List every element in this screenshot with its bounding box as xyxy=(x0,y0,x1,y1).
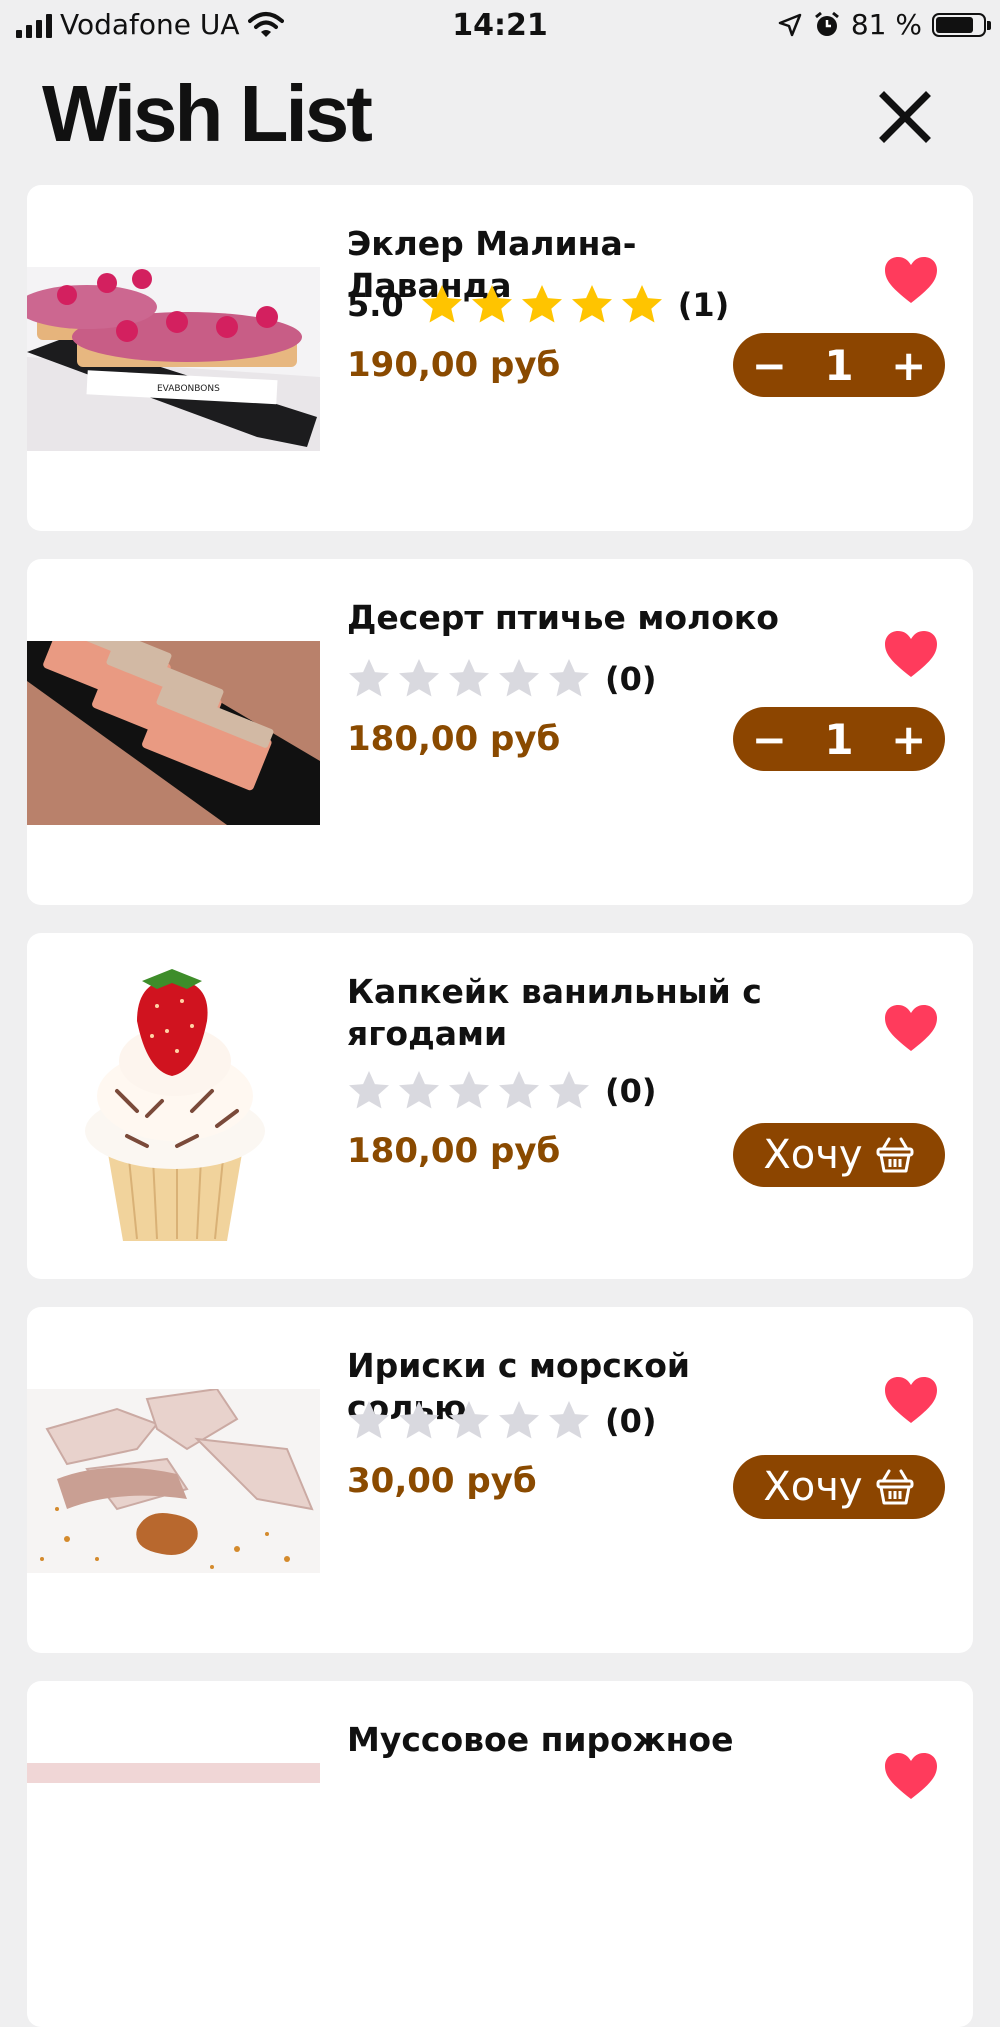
quantity-value: 1 xyxy=(824,714,854,764)
basket-icon xyxy=(876,1137,914,1173)
product-image-toffee[interactable] xyxy=(27,1389,320,1573)
basket-icon xyxy=(876,1469,914,1505)
heart-icon[interactable] xyxy=(883,1003,939,1053)
star-empty-icon xyxy=(449,1401,489,1439)
wishlist-card[interactable]: Муссовое пирожное xyxy=(27,1681,973,2027)
star-filled-icon xyxy=(571,285,612,323)
decrement-button[interactable]: − xyxy=(752,341,787,390)
star-empty-icon xyxy=(549,1401,589,1439)
star-empty-icon xyxy=(399,659,439,697)
product-price: 190,00 руб xyxy=(347,345,561,385)
product-name[interactable]: Муссовое пирожное xyxy=(347,1719,797,1761)
quantity-stepper[interactable]: − 1 + xyxy=(733,333,945,397)
star-empty-icon xyxy=(349,1071,389,1109)
heart-icon[interactable] xyxy=(883,629,939,679)
star-empty-icon xyxy=(449,1071,489,1109)
star-filled-icon xyxy=(621,285,662,323)
page-title: Wish List xyxy=(42,69,373,158)
product-image-eclair[interactable]: EVABONBONS xyxy=(27,267,320,451)
product-name[interactable]: Капкейк ванильный с ягодами xyxy=(347,971,797,1055)
decrement-button[interactable]: − xyxy=(752,715,787,764)
product-rating: (0) xyxy=(347,1399,657,1443)
increment-button[interactable]: + xyxy=(891,715,926,764)
location-arrow-icon xyxy=(778,13,802,36)
product-price: 180,00 руб xyxy=(347,719,561,759)
rating-score: 5.0 xyxy=(347,286,404,324)
wishlist-card[interactable]: EVABONBONS Эклер Малина-Лаванда 5.0 (1) … xyxy=(27,185,973,531)
review-count: (0) xyxy=(605,1072,657,1110)
battery-percent: 81 % xyxy=(850,8,922,41)
product-rating: 5.0 (1) xyxy=(347,283,729,327)
heart-icon[interactable] xyxy=(883,1751,939,1801)
heart-icon[interactable] xyxy=(883,255,939,305)
want-button[interactable]: Хочу xyxy=(733,1455,945,1519)
svg-text:EVABONBONS: EVABONBONS xyxy=(157,384,220,394)
star-empty-icon xyxy=(399,1071,439,1109)
product-rating: (0) xyxy=(347,657,657,701)
close-icon[interactable] xyxy=(878,90,932,144)
wishlist-card[interactable]: Капкейк ванильный с ягодами (0) 180,00 р… xyxy=(27,933,973,1279)
review-count: (0) xyxy=(605,660,657,698)
product-rating: (0) xyxy=(347,1069,657,1113)
product-price: 180,00 руб xyxy=(347,1131,561,1171)
want-button-label: Хочу xyxy=(763,1132,863,1178)
wishlist-card[interactable]: Ириски с морской солью (0) 30,00 руб Хоч… xyxy=(27,1307,973,1653)
product-image-cupcake[interactable] xyxy=(27,961,320,1251)
product-price: 30,00 руб xyxy=(347,1461,537,1501)
quantity-stepper[interactable]: − 1 + xyxy=(733,707,945,771)
wishlist-card[interactable]: Десерт птичье молоко (0) 180,00 руб − 1 … xyxy=(27,559,973,905)
heart-icon[interactable] xyxy=(883,1375,939,1425)
rating-stars xyxy=(420,283,664,327)
star-filled-icon xyxy=(521,285,562,323)
star-empty-icon xyxy=(449,659,489,697)
star-filled-icon xyxy=(471,285,512,323)
rating-stars xyxy=(347,657,591,701)
increment-button[interactable]: + xyxy=(891,341,926,390)
star-empty-icon xyxy=(349,659,389,697)
star-empty-icon xyxy=(499,659,539,697)
star-filled-icon xyxy=(421,285,462,323)
product-image-mousse[interactable] xyxy=(27,1763,320,1783)
status-right: 81 % xyxy=(777,8,991,41)
review-count: (0) xyxy=(605,1402,657,1440)
quantity-value: 1 xyxy=(824,340,854,390)
star-empty-icon xyxy=(349,1401,389,1439)
want-button[interactable]: Хочу xyxy=(733,1123,945,1187)
star-empty-icon xyxy=(499,1401,539,1439)
rating-stars xyxy=(347,1069,591,1113)
review-count: (1) xyxy=(677,286,730,324)
star-empty-icon xyxy=(499,1071,539,1109)
want-button-label: Хочу xyxy=(763,1464,863,1510)
rating-stars xyxy=(347,1399,591,1443)
star-empty-icon xyxy=(399,1401,439,1439)
alarm-icon xyxy=(814,11,839,36)
product-image-bird-milk[interactable] xyxy=(27,641,320,825)
battery-icon xyxy=(932,12,991,37)
status-bar: Vodafone UA 14:21 81 % xyxy=(0,0,1000,54)
product-name[interactable]: Десерт птичье молоко xyxy=(347,597,797,639)
star-empty-icon xyxy=(549,1071,589,1109)
star-empty-icon xyxy=(549,659,589,697)
